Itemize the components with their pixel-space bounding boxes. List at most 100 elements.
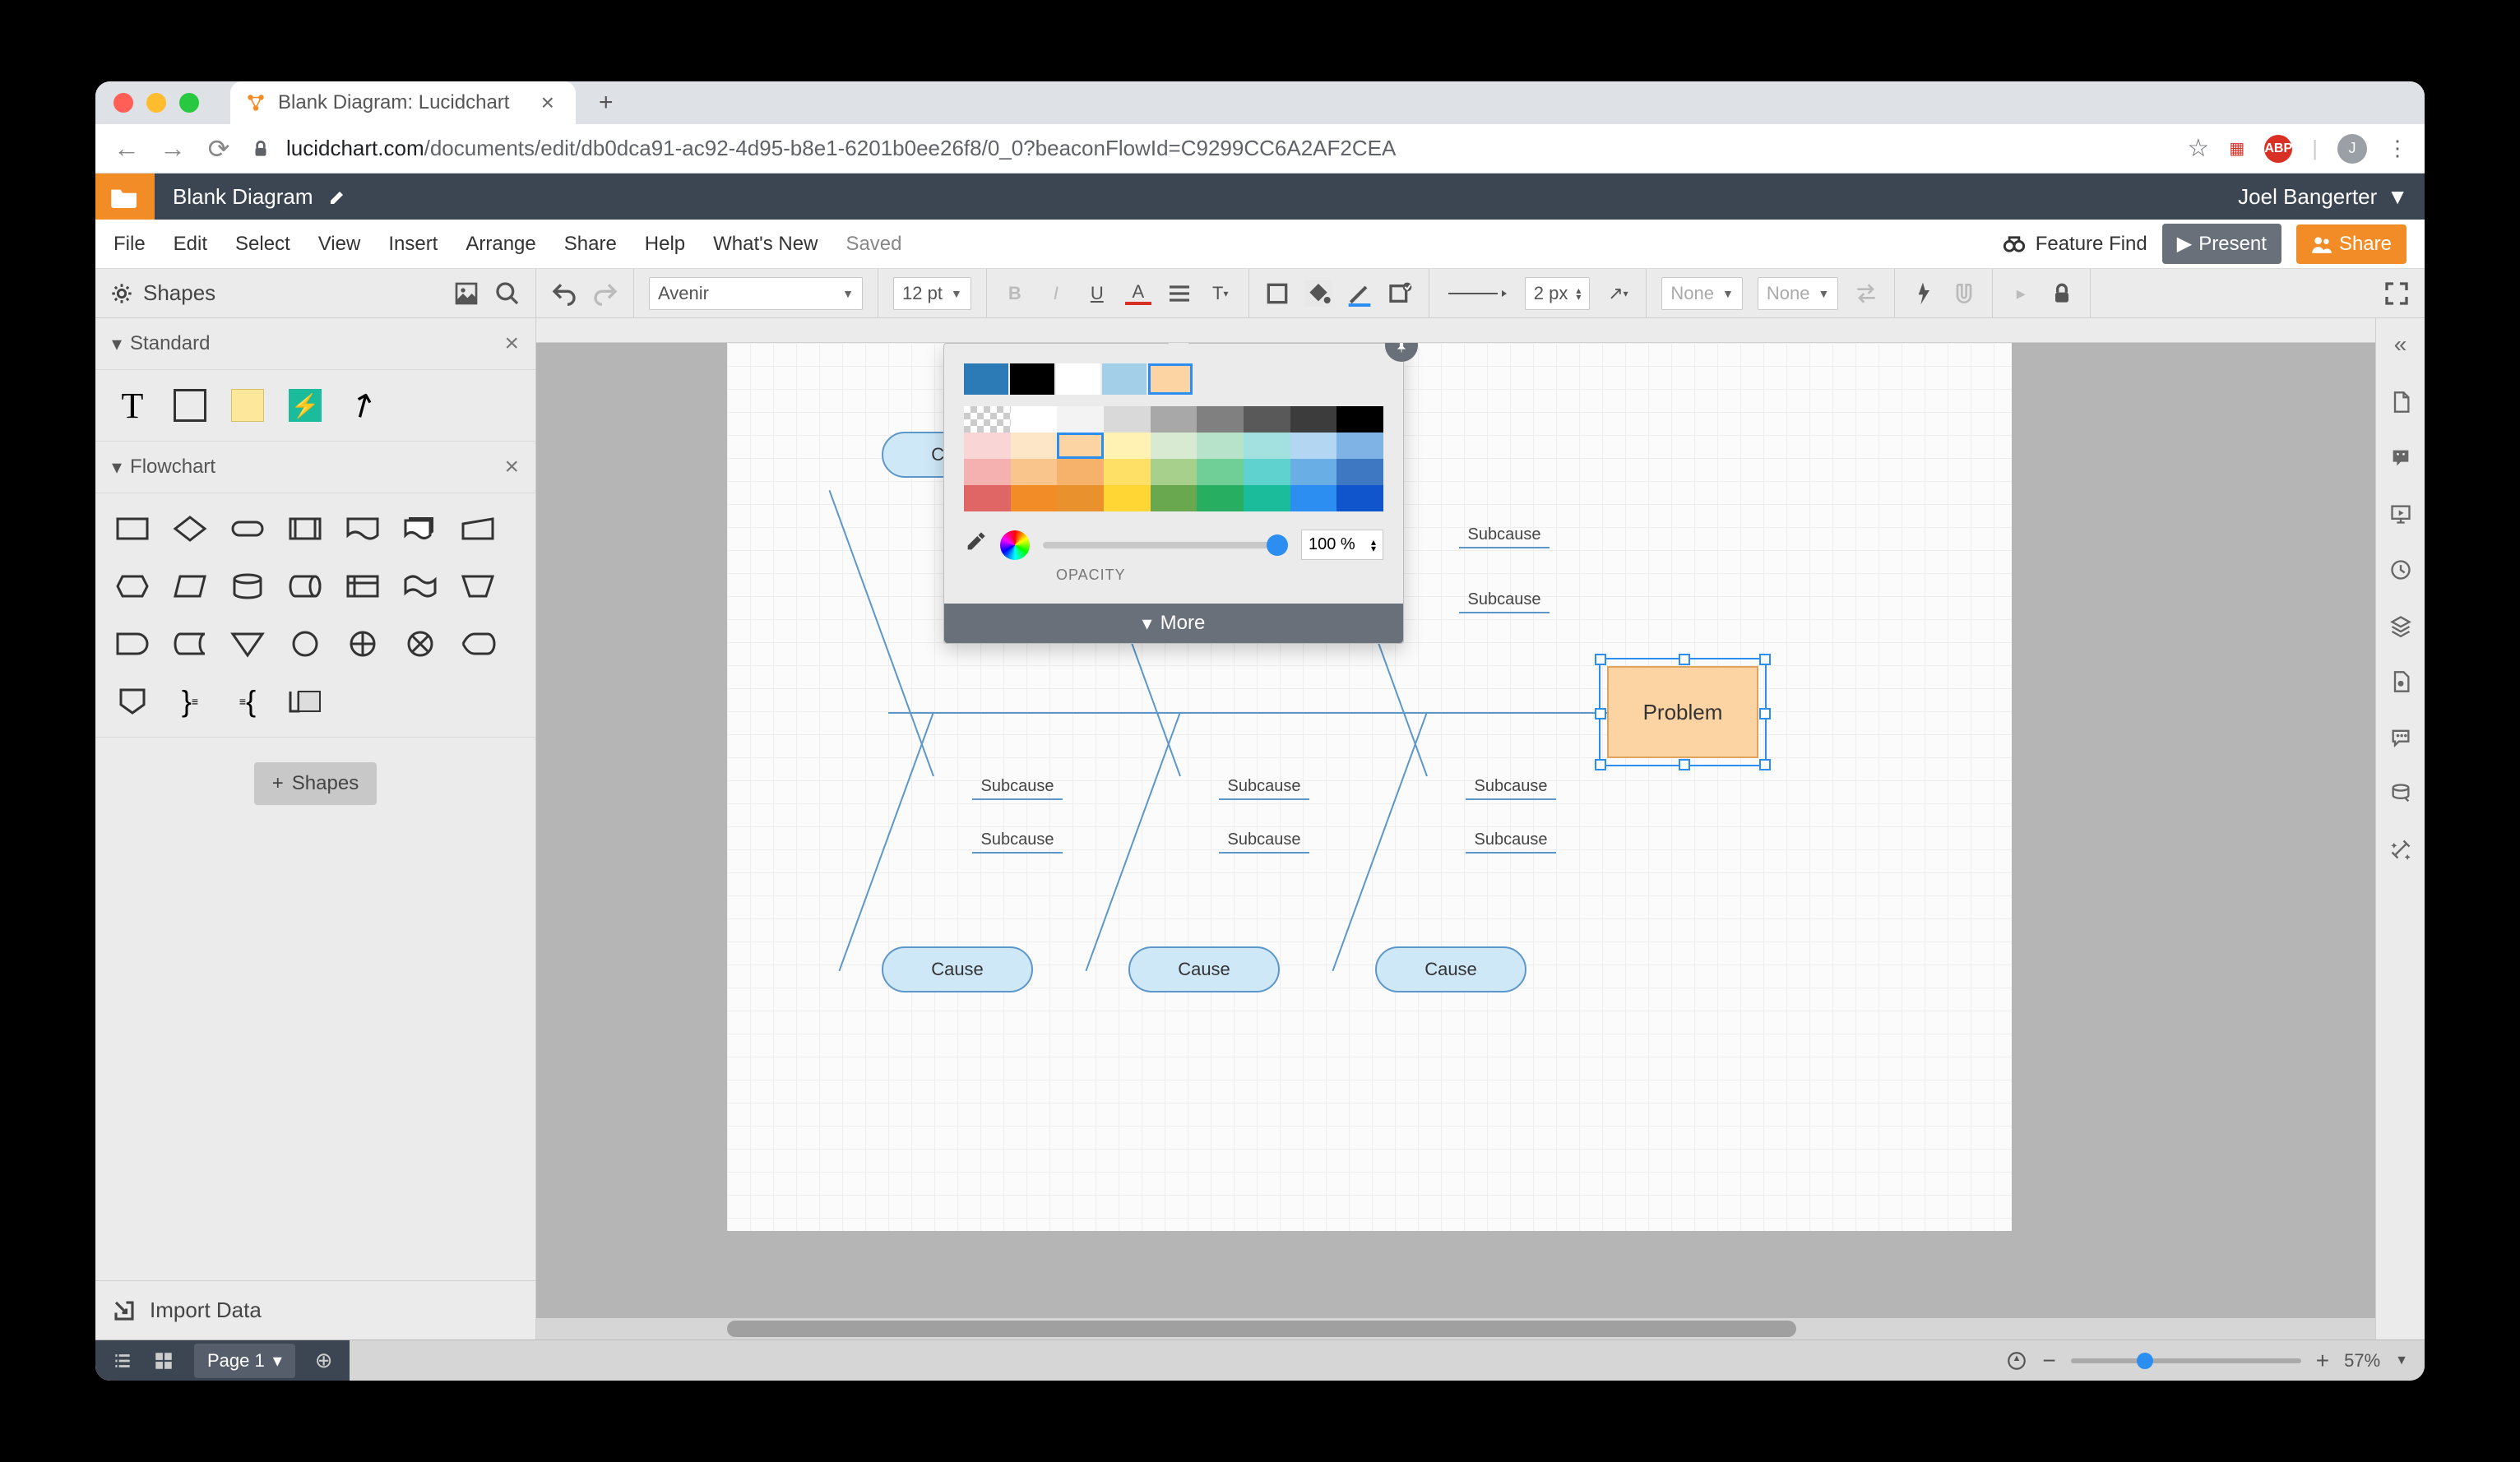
zoom-slider[interactable]: [2071, 1358, 2301, 1363]
palette-swatch[interactable]: [1057, 485, 1104, 511]
internal-storage-shape[interactable]: [342, 566, 383, 607]
brace-right-shape[interactable]: }≡: [169, 681, 211, 722]
palette-swatch[interactable]: [964, 485, 1011, 511]
canvas[interactable]: Cause Subcause Subcause Subcause Subcaus…: [536, 343, 2375, 1339]
papertape-shape[interactable]: [400, 566, 441, 607]
eyedropper-button[interactable]: [964, 530, 987, 559]
palette-swatch[interactable]: [964, 406, 1011, 433]
opacity-input[interactable]: 100 %▴▾: [1301, 530, 1383, 560]
cause-box[interactable]: Cause: [882, 946, 1033, 992]
present-button[interactable]: ▶ Present: [2162, 224, 2281, 264]
fill-color-button[interactable]: [1305, 280, 1332, 307]
subcause-label[interactable]: Subcause: [1219, 830, 1309, 854]
zoom-slider-handle[interactable]: [2137, 1353, 2153, 1369]
history-icon[interactable]: [2389, 558, 2412, 581]
edit-title-icon[interactable]: [328, 187, 348, 206]
scrollbar-thumb[interactable]: [727, 1321, 1796, 1337]
menu-share[interactable]: Share: [564, 233, 617, 256]
add-page-button[interactable]: ⊕: [315, 1348, 333, 1373]
subcause-label[interactable]: Subcause: [1219, 777, 1309, 800]
page-tab[interactable]: Page 1▾: [194, 1344, 295, 1378]
zoom-out-button[interactable]: −: [2042, 1348, 2055, 1374]
palette-swatch[interactable]: [1244, 406, 1290, 433]
opacity-slider[interactable]: [1043, 542, 1288, 548]
close-tab-button[interactable]: ×: [535, 90, 561, 116]
display-shape[interactable]: [457, 623, 498, 664]
palette-swatch[interactable]: [1244, 433, 1290, 459]
text-color-button[interactable]: A: [1125, 282, 1151, 305]
cause-box[interactable]: Cause: [1375, 946, 1526, 992]
close-library-button[interactable]: ×: [504, 453, 519, 481]
directdata-shape[interactable]: [285, 566, 326, 607]
image-icon[interactable]: [453, 280, 479, 307]
palette-swatch[interactable]: [1336, 433, 1383, 459]
menu-view[interactable]: View: [318, 233, 361, 256]
palette-swatch[interactable]: [1197, 459, 1244, 485]
resize-handle[interactable]: [1759, 654, 1771, 665]
arrow-start-select[interactable]: None▼: [1661, 277, 1742, 310]
cause-box[interactable]: Cause: [1128, 946, 1280, 992]
document-shape[interactable]: [342, 508, 383, 549]
recent-swatch[interactable]: [1102, 363, 1147, 395]
manual-op-shape[interactable]: [457, 566, 498, 607]
shape-options-button[interactable]: [1387, 280, 1414, 307]
magnet-button[interactable]: [1951, 280, 1977, 307]
italic-button[interactable]: I: [1043, 280, 1069, 307]
note-shape[interactable]: [227, 385, 268, 426]
subcause-label[interactable]: Subcause: [1466, 777, 1556, 800]
horizontal-scrollbar[interactable]: [536, 1318, 2375, 1339]
process-shape[interactable]: [112, 508, 153, 549]
resize-handle[interactable]: [1759, 708, 1771, 719]
comment-icon[interactable]: [2389, 446, 2412, 470]
url-field[interactable]: lucidchart.com/documents/edit/db0dca91-a…: [250, 136, 2170, 161]
align-button[interactable]: [1166, 280, 1193, 307]
subcause-label[interactable]: Subcause: [1459, 590, 1550, 613]
palette-swatch[interactable]: [1104, 485, 1151, 511]
menu-whatsnew[interactable]: What's New: [713, 233, 818, 256]
palette-swatch[interactable]: [1151, 459, 1197, 485]
extension-icon[interactable]: ▦: [2229, 138, 2244, 159]
zoom-level[interactable]: 57%: [2344, 1350, 2380, 1372]
offpage-shape[interactable]: [112, 681, 153, 722]
library-standard-header[interactable]: ▾ Standard ×: [95, 318, 535, 370]
list-view-button[interactable]: [112, 1350, 133, 1372]
subcause-label[interactable]: Subcause: [1459, 525, 1550, 548]
browser-tab[interactable]: Blank Diagram: Lucidchart ×: [230, 81, 576, 124]
menu-help[interactable]: Help: [645, 233, 685, 256]
collapse-rail-button[interactable]: «: [2394, 331, 2407, 358]
palette-swatch[interactable]: [1336, 485, 1383, 511]
database-shape[interactable]: [227, 566, 268, 607]
palette-swatch[interactable]: [1151, 433, 1197, 459]
minimize-window-button[interactable]: [146, 93, 166, 113]
palette-swatch[interactable]: [1011, 433, 1058, 459]
more-colors-button[interactable]: ▾ More: [944, 604, 1403, 643]
palette-swatch[interactable]: [1057, 406, 1104, 433]
palette-swatch[interactable]: [1104, 433, 1151, 459]
share-button[interactable]: Share: [2296, 224, 2407, 264]
card-shape[interactable]: [285, 681, 326, 722]
resize-handle[interactable]: [1595, 654, 1606, 665]
add-shapes-button[interactable]: + Shapes: [254, 762, 377, 805]
palette-swatch[interactable]: [1290, 433, 1337, 459]
menu-arrange[interactable]: Arrange: [466, 233, 535, 256]
or-shape[interactable]: [342, 623, 383, 664]
presentation-icon[interactable]: [2389, 502, 2412, 525]
color-wheel-button[interactable]: [1000, 530, 1030, 560]
preparation-shape[interactable]: [112, 566, 153, 607]
terminator-shape[interactable]: [227, 508, 268, 549]
undo-button[interactable]: [551, 280, 577, 307]
palette-swatch[interactable]: [1011, 406, 1058, 433]
menu-file[interactable]: File: [113, 233, 146, 256]
feature-find-button[interactable]: Feature Find: [2003, 233, 2147, 256]
fontsize-select[interactable]: 12 pt▼: [893, 277, 971, 310]
recent-swatch[interactable]: [964, 363, 1008, 395]
branch-line[interactable]: [829, 490, 934, 776]
palette-swatch[interactable]: [1290, 459, 1337, 485]
subcause-label[interactable]: Subcause: [1466, 830, 1556, 854]
line-shape[interactable]: ↗: [342, 385, 383, 426]
layers-icon[interactable]: [2389, 614, 2412, 637]
page-icon[interactable]: [2389, 670, 2412, 693]
menu-insert[interactable]: Insert: [388, 233, 438, 256]
delay-shape[interactable]: [112, 623, 153, 664]
palette-swatch[interactable]: [964, 459, 1011, 485]
